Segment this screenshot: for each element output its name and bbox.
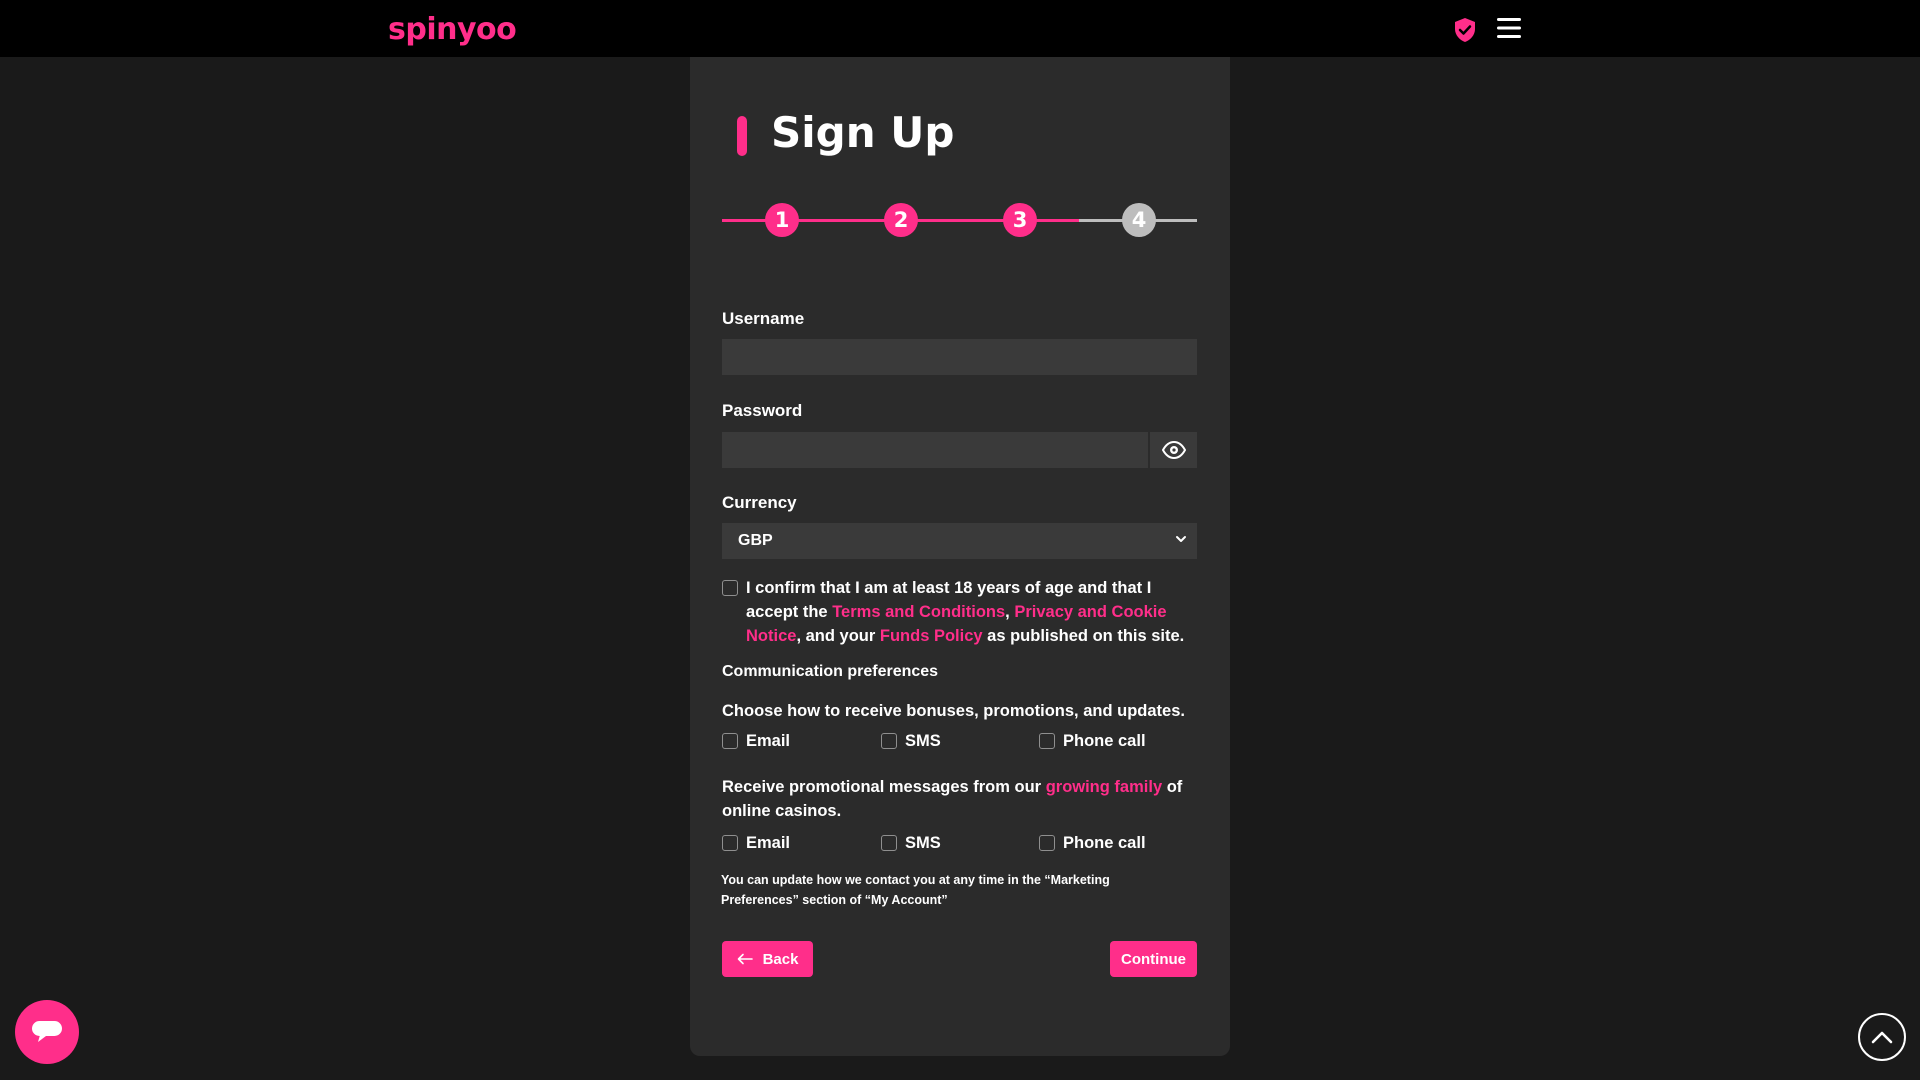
shield-check-icon[interactable] <box>1453 17 1477 43</box>
currency-select[interactable]: GBP <box>722 523 1197 559</box>
terms-separator: , <box>1005 603 1015 621</box>
step-2: 2 <box>884 203 918 237</box>
title-accent-bar <box>737 116 747 156</box>
promo-phone-call-checkbox[interactable] <box>1039 835 1055 851</box>
terms-text-part3: as published on this site. <box>982 627 1185 645</box>
back-button-label: Back <box>762 950 799 968</box>
currency-label: Currency <box>722 493 797 512</box>
promo-sms-label: SMS <box>905 834 941 852</box>
chevron-up-icon[interactable] <box>1858 1013 1906 1061</box>
comm-sms-label: SMS <box>905 732 941 750</box>
arrow-left-icon <box>737 953 753 965</box>
terms-checkbox[interactable] <box>722 580 738 596</box>
continue-button[interactable]: Continue <box>1110 941 1197 977</box>
password-label: Password <box>722 401 803 420</box>
promo-email-checkbox[interactable] <box>722 835 738 851</box>
username-label: Username <box>722 309 805 328</box>
communication-preferences-heading: Communication preferences <box>722 663 939 680</box>
continue-button-label: Continue <box>1121 950 1186 968</box>
promo-sms-checkbox[interactable] <box>881 835 897 851</box>
step-1: 1 <box>765 203 799 237</box>
promo-text-part1: Receive promotional messages from our <box>722 778 1046 796</box>
terms-and-conditions-link[interactable]: Terms and Conditions <box>832 603 1005 621</box>
spinyoo-logo[interactable]: spinyoo <box>388 12 517 47</box>
promo-email-label: Email <box>746 834 791 852</box>
step-4-current: 4 <box>1122 203 1156 237</box>
promo-phone-call-label: Phone call <box>1063 834 1146 852</box>
comm-email-checkbox[interactable] <box>722 733 738 749</box>
terms-text-part2: , and your <box>796 627 880 645</box>
top-navigation-bar: spinyoo <box>0 0 1920 57</box>
terms-text: I confirm that I am at least 18 years of… <box>746 576 1201 648</box>
chevron-down-icon <box>1176 536 1186 542</box>
password-input[interactable] <box>722 432 1148 468</box>
marketing-preferences-note: You can update how we contact you at any… <box>721 873 1110 907</box>
back-button[interactable]: Back <box>722 941 813 977</box>
growing-family-link[interactable]: growing family <box>1046 778 1162 796</box>
username-input[interactable] <box>722 339 1197 375</box>
step-3: 3 <box>1003 203 1037 237</box>
chat-bubble-icon[interactable] <box>15 1000 79 1064</box>
comm-phone-call-label: Phone call <box>1063 732 1146 750</box>
funds-policy-link[interactable]: Funds Policy <box>880 627 983 645</box>
comm-phone-call-checkbox[interactable] <box>1039 733 1055 749</box>
page-title: Sign Up <box>771 108 955 157</box>
communication-preferences-description: Choose how to receive bonuses, promotion… <box>722 702 1185 720</box>
comm-sms-checkbox[interactable] <box>881 733 897 749</box>
eye-icon[interactable] <box>1148 432 1197 468</box>
promo-description: Receive promotional messages from our gr… <box>722 775 1192 823</box>
hamburger-menu-icon[interactable] <box>1496 17 1522 39</box>
currency-selected-value: GBP <box>738 532 773 549</box>
comm-email-label: Email <box>746 732 791 750</box>
